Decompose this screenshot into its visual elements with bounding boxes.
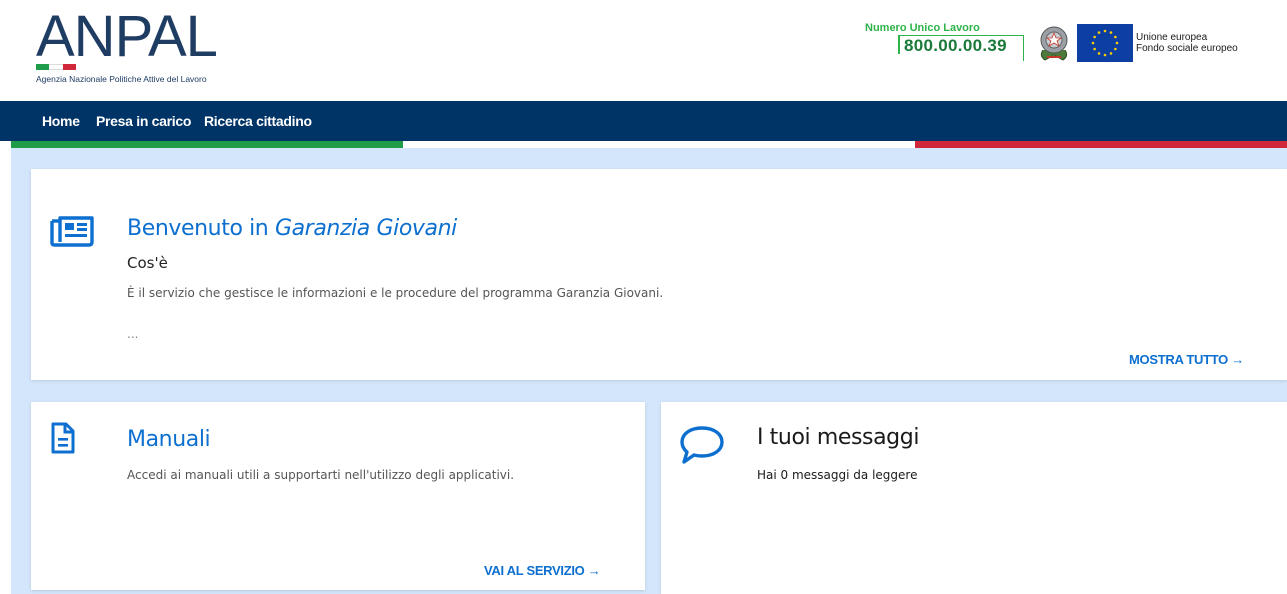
anpal-logo[interactable]: ANPAL Agenzia Nazionale Politiche Attive… [36, 8, 266, 86]
numero-unico-lavoro[interactable]: Numero Unico Lavoro 800.00.00.39 [860, 22, 1030, 64]
welcome-title-prefix: Benvenuto in [127, 216, 269, 241]
main-navigation: Home Presa in carico Ricerca cittadino [0, 101, 1287, 141]
welcome-description: È il servizio che gestisce le informazio… [127, 286, 664, 300]
nav-item-home[interactable]: Home [42, 113, 80, 129]
numero-unico-number: 800.00.00.39 [904, 36, 1007, 55]
messaggi-count-text: Hai 0 messaggi da leggere [757, 468, 918, 482]
logo-subtitle: Agenzia Nazionale Politiche Attive del L… [36, 74, 207, 84]
eu-caption: Unione europea Fondo sociale europeo [1136, 32, 1238, 54]
eu-caption-line2: Fondo sociale europeo [1136, 43, 1238, 54]
chat-bubble-icon [680, 426, 724, 464]
eu-flag-icon [1077, 24, 1133, 62]
welcome-ellipsis: ... [127, 327, 139, 341]
vai-al-servizio-link[interactable]: VAI AL SERVIZIO → [484, 563, 601, 578]
numero-unico-label: Numero Unico Lavoro [865, 22, 980, 34]
manuali-card: Manuali Accedi ai manuali utili a suppor… [31, 402, 645, 590]
welcome-title: Benvenuto in Garanzia Giovani [127, 216, 457, 241]
newspaper-icon [50, 216, 94, 247]
manuali-title[interactable]: Manuali [127, 427, 211, 452]
messaggi-card: I tuoi messaggi Hai 0 messaggi da legger… [661, 402, 1287, 594]
document-icon [51, 422, 75, 454]
welcome-subtitle: Cos'è [127, 254, 168, 272]
header: ANPAL Agenzia Nazionale Politiche Attive… [0, 0, 1287, 101]
manuali-description: Accedi ai manuali utili a supportarti ne… [127, 468, 515, 482]
tricolor-bar [11, 141, 1287, 148]
messaggi-title[interactable]: I tuoi messaggi [757, 425, 919, 450]
welcome-card: Benvenuto in Garanzia Giovani Cos'è È il… [31, 169, 1287, 380]
nav-item-ricerca-cittadino[interactable]: Ricerca cittadino [204, 113, 312, 129]
eu-caption-line1: Unione europea [1136, 32, 1208, 43]
italian-flag-stripe [36, 64, 76, 70]
logo-wordmark: ANPAL [36, 4, 218, 69]
welcome-title-program: Garanzia Giovani [274, 216, 457, 241]
show-all-link[interactable]: MOSTRA TUTTO → [1129, 352, 1244, 367]
italian-republic-emblem-icon [1040, 26, 1068, 61]
nav-item-presa-in-carico[interactable]: Presa in carico [96, 113, 191, 129]
